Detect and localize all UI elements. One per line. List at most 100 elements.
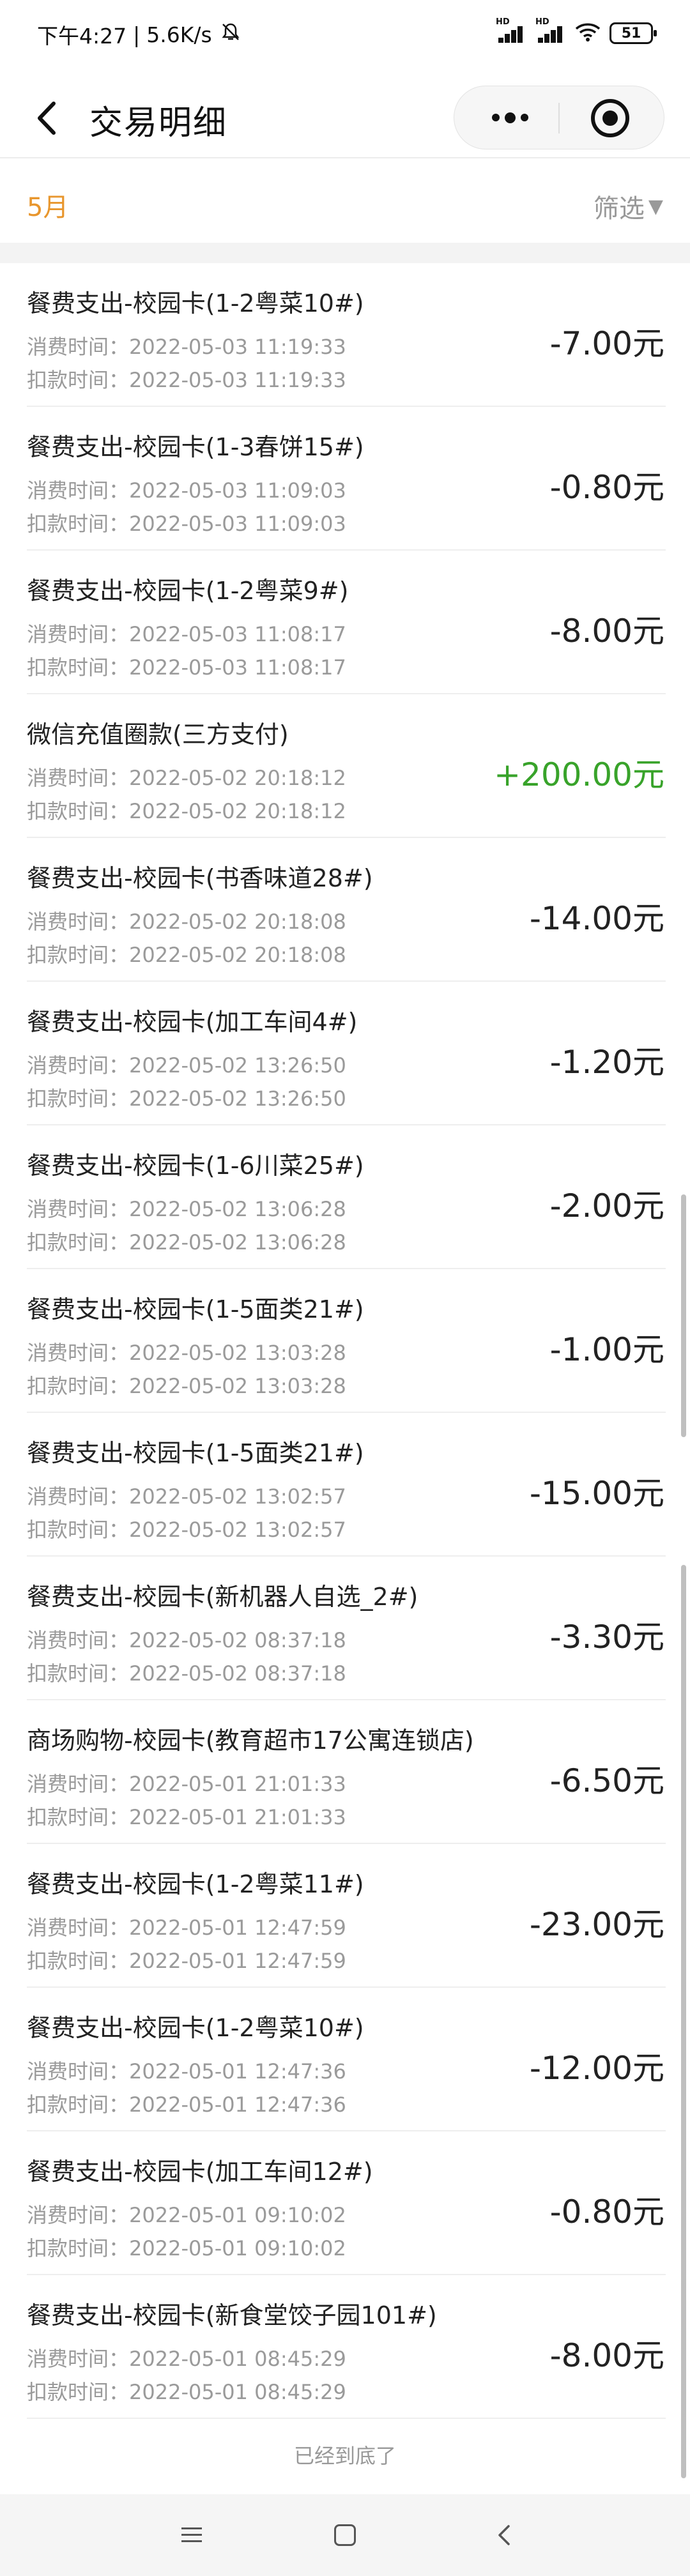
deduct-time-value: 2022-05-01 21:01:33 [129, 1805, 346, 1829]
deduct-time-label: 扣款时间： [27, 2236, 130, 2260]
transaction-title: 餐费支出-校园卡(加工车间4#) [27, 1008, 358, 1036]
consume-time: 消费时间：2022-05-02 08:37:18 [27, 1624, 346, 1654]
deduct-time-label: 扣款时间： [27, 1949, 130, 1973]
navigation-bar: 交易明细 [0, 77, 690, 158]
deduct-time-label: 扣款时间： [27, 1805, 130, 1829]
deduct-time: 扣款时间：2022-05-02 13:06:28 [27, 1226, 346, 1256]
consume-time: 消费时间：2022-05-01 21:01:33 [27, 1768, 346, 1797]
deduct-time-value: 2022-05-02 13:06:28 [129, 1230, 346, 1254]
deduct-time-label: 扣款时间： [27, 2380, 130, 2404]
transaction-amount: -23.00元 [529, 1906, 664, 1943]
consume-time-value: 2022-05-01 12:47:36 [129, 2059, 346, 2084]
transaction-amount: -3.30元 [549, 1619, 664, 1656]
back-nav-icon[interactable] [486, 2516, 524, 2554]
deduct-time-label: 扣款时间： [27, 655, 130, 680]
deduct-time: 扣款时间：2022-05-01 21:01:33 [27, 1801, 346, 1831]
consume-time: 消费时间：2022-05-01 09:10:02 [27, 2199, 346, 2229]
filter-label: 筛选 [593, 194, 645, 224]
transaction-item[interactable]: 微信充值圈款(三方支付) 消费时间：2022-05-02 20:18:12 扣款… [27, 694, 666, 838]
transaction-amount: -7.00元 [549, 325, 664, 362]
transaction-item[interactable]: 餐费支出-校园卡(加工车间4#) 消费时间：2022-05-02 13:26:5… [27, 982, 666, 1125]
status-separator: | [133, 22, 141, 47]
consume-time-value: 2022-05-01 08:45:29 [129, 2347, 346, 2371]
transaction-item[interactable]: 餐费支出-校园卡(1-2粤菜10#) 消费时间：2022-05-01 12:47… [27, 1988, 666, 2131]
transaction-item[interactable]: 餐费支出-校园卡(1-6川菜25#) 消费时间：2022-05-02 13:06… [27, 1125, 666, 1269]
transaction-amount: -12.00元 [529, 2050, 664, 2087]
status-time: 下午4:27 [37, 24, 127, 49]
transaction-title: 餐费支出-校园卡(新食堂饺子园101#) [27, 2301, 437, 2329]
consume-time-label: 消费时间： [27, 2059, 130, 2084]
transaction-title: 餐费支出-校园卡(书香味道28#) [27, 864, 373, 892]
deduct-time-label: 扣款时间： [27, 799, 130, 823]
consume-time-value: 2022-05-02 08:37:18 [129, 1628, 346, 1652]
consume-time-value: 2022-05-02 13:03:28 [129, 1341, 346, 1365]
back-icon[interactable] [29, 96, 68, 141]
transaction-amount: +200.00元 [494, 756, 664, 793]
scrollbar[interactable] [681, 1194, 686, 1437]
transaction-item[interactable]: 餐费支出-校园卡(新机器人自选_2#) 消费时间：2022-05-02 08:3… [27, 1557, 666, 1700]
deduct-time-value: 2022-05-01 12:47:36 [129, 2092, 346, 2117]
consume-time-value: 2022-05-01 12:47:59 [129, 1916, 346, 1940]
transaction-amount: -8.00元 [549, 613, 664, 650]
consume-time-label: 消费时间： [27, 1341, 130, 1365]
consume-time-label: 消费时间： [27, 1197, 130, 1221]
deduct-time-label: 扣款时间： [27, 1661, 130, 1686]
wifi-icon [575, 22, 601, 45]
month-label[interactable]: 5月 [27, 187, 68, 224]
home-icon[interactable] [326, 2516, 364, 2554]
deduct-time: 扣款时间：2022-05-03 11:09:03 [27, 508, 346, 537]
transaction-title: 餐费支出-校园卡(1-2粤菜10#) [27, 2014, 364, 2042]
consume-time: 消费时间：2022-05-02 13:03:28 [27, 1337, 346, 1366]
deduct-time-value: 2022-05-01 12:47:59 [129, 1949, 346, 1973]
deduct-time-label: 扣款时间： [27, 512, 130, 536]
consume-time-value: 2022-05-01 09:10:02 [129, 2203, 346, 2227]
consume-time-label: 消费时间： [27, 335, 130, 359]
deduct-time-label: 扣款时间： [27, 1518, 130, 1542]
transaction-title: 餐费支出-校园卡(1-2粤菜11#) [27, 1870, 364, 1898]
consume-time-label: 消费时间： [27, 2347, 130, 2371]
consume-time-label: 消费时间： [27, 1484, 130, 1509]
transaction-amount: -2.00元 [549, 1187, 664, 1224]
transaction-title: 餐费支出-校园卡(1-5面类21#) [27, 1295, 364, 1323]
consume-time-label: 消费时间： [27, 910, 130, 934]
transaction-item[interactable]: 餐费支出-校园卡(加工车间12#) 消费时间：2022-05-01 09:10:… [27, 2131, 666, 2275]
deduct-time: 扣款时间：2022-05-03 11:08:17 [27, 652, 346, 681]
status-left: 下午4:27 | 5.6K/s [37, 19, 241, 50]
transaction-item[interactable]: 餐费支出-校园卡(1-2粤菜9#) 消费时间：2022-05-03 11:08:… [27, 551, 666, 694]
transaction-amount: -0.80元 [549, 469, 664, 506]
transaction-item[interactable]: 餐费支出-校园卡(1-3春饼15#) 消费时间：2022-05-03 11:09… [27, 407, 666, 551]
scrollbar-lower[interactable] [681, 1565, 686, 2478]
transaction-title: 餐费支出-校园卡(新机器人自选_2#) [27, 1583, 418, 1611]
transaction-item[interactable]: 餐费支出-校园卡(1-2粤菜11#) 消费时间：2022-05-01 12:47… [27, 1844, 666, 1988]
transaction-item[interactable]: 餐费支出-校园卡(1-5面类21#) 消费时间：2022-05-02 13:03… [27, 1269, 666, 1413]
more-icon[interactable] [480, 102, 540, 133]
transaction-title: 餐费支出-校园卡(1-2粤菜9#) [27, 577, 349, 605]
deduct-time-value: 2022-05-01 09:10:02 [129, 2236, 346, 2260]
transaction-item[interactable]: 餐费支出-校园卡(书香味道28#) 消费时间：2022-05-02 20:18:… [27, 838, 666, 982]
deduct-time: 扣款时间：2022-05-02 20:18:08 [27, 939, 346, 968]
transaction-amount: -0.80元 [549, 2193, 664, 2230]
transaction-item[interactable]: 餐费支出-校园卡(新食堂饺子园101#) 消费时间：2022-05-01 08:… [27, 2275, 666, 2419]
deduct-time-value: 2022-05-03 11:09:03 [129, 512, 346, 536]
deduct-time-label: 扣款时间： [27, 1230, 130, 1254]
transaction-item[interactable]: 餐费支出-校园卡(1-5面类21#) 消费时间：2022-05-02 13:02… [27, 1413, 666, 1557]
target-icon[interactable] [591, 99, 629, 137]
deduct-time-value: 2022-05-03 11:08:17 [129, 655, 346, 680]
transaction-item[interactable]: 商场购物-校园卡(教育超市17公寓连锁店) 消费时间：2022-05-01 21… [27, 1700, 666, 1844]
battery-icon: 51 [610, 22, 657, 44]
menu-icon[interactable] [172, 2516, 211, 2554]
transaction-list: 餐费支出-校园卡(1-2粤菜10#) 消费时间：2022-05-03 11:19… [0, 263, 690, 2419]
consume-time-value: 2022-05-02 20:18:12 [129, 766, 346, 790]
transaction-title: 餐费支出-校园卡(加工车间12#) [27, 2158, 373, 2186]
transaction-item[interactable]: 餐费支出-校园卡(1-2粤菜10#) 消费时间：2022-05-03 11:19… [27, 263, 666, 407]
transaction-title: 餐费支出-校园卡(1-2粤菜10#) [27, 289, 364, 317]
deduct-time-value: 2022-05-02 13:02:57 [129, 1518, 346, 1542]
consume-time-label: 消费时间： [27, 1628, 130, 1652]
battery-level: 51 [621, 25, 641, 42]
network-speed: 5.6K/s [146, 22, 212, 47]
signal-hd-tag-2: HD [535, 17, 549, 27]
filter-button[interactable]: 筛选 ▼ [594, 188, 663, 225]
consume-time: 消费时间：2022-05-03 11:19:33 [27, 331, 346, 360]
capsule-divider [558, 103, 560, 133]
filter-bar: 5月 筛选 ▼ [0, 160, 690, 243]
